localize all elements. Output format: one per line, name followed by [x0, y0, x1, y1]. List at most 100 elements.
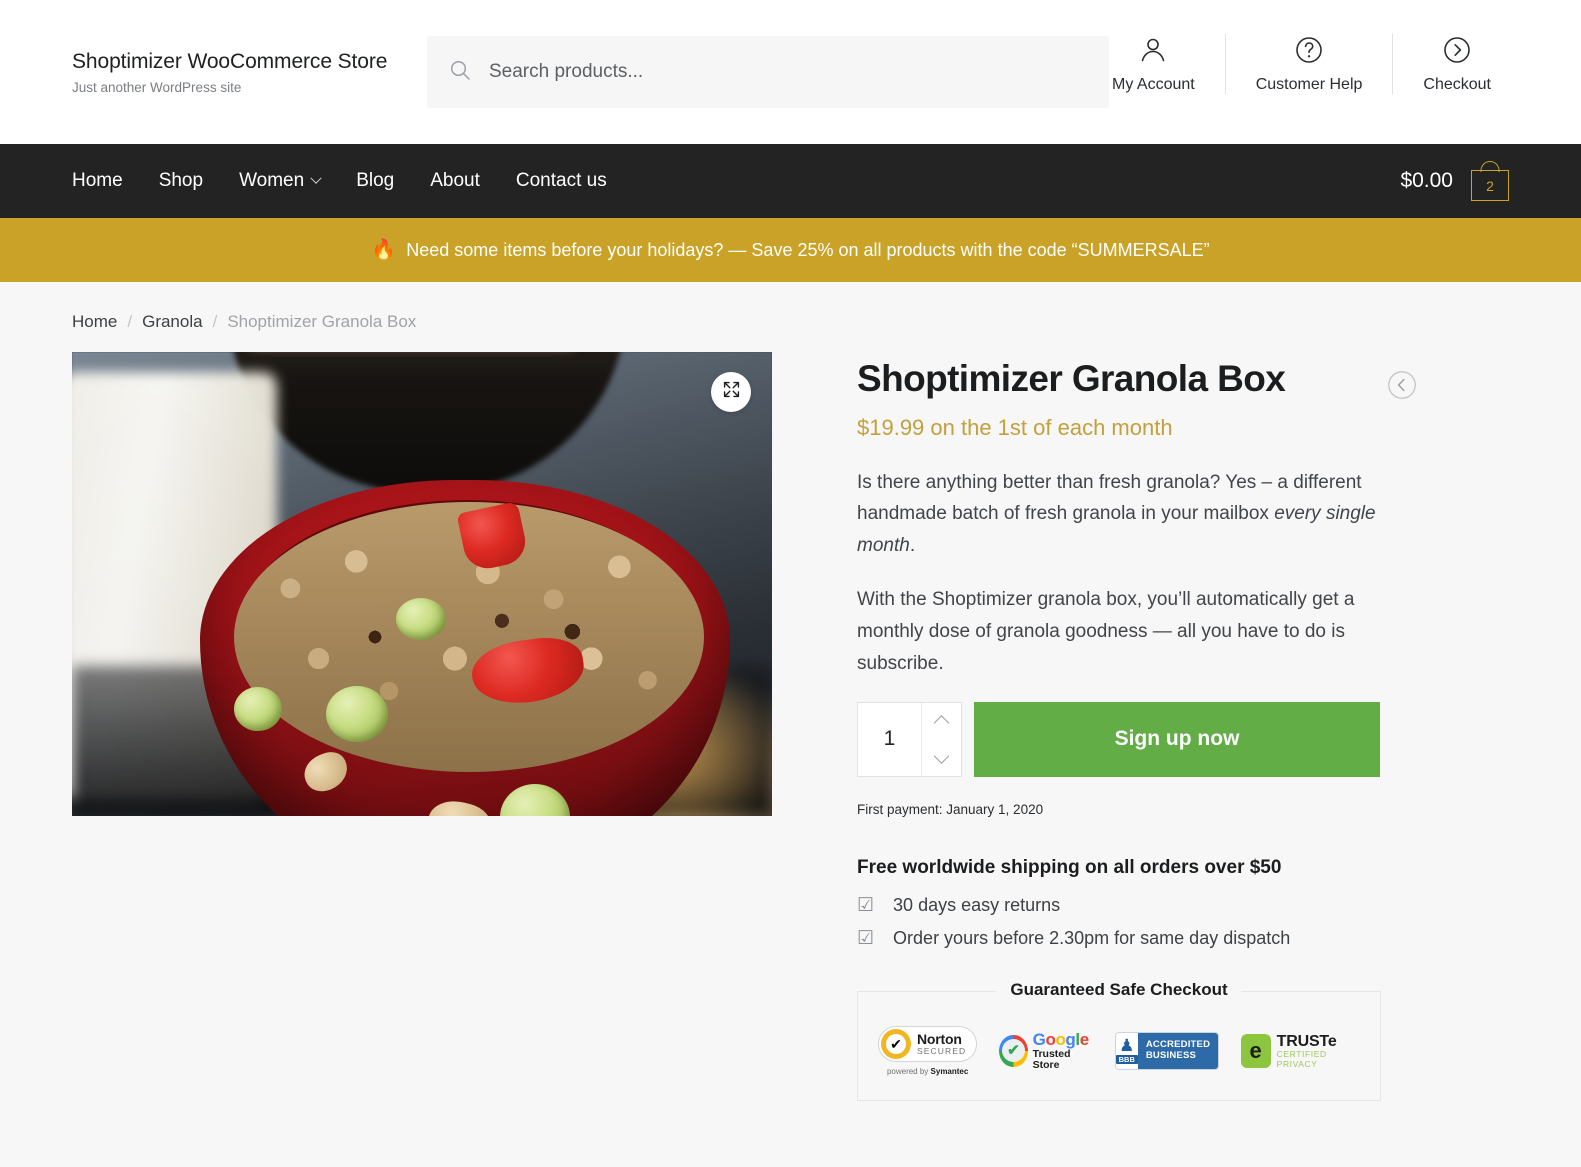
- norton-powered-by: powered by Symantec: [887, 1067, 968, 1076]
- norton-logo: ✔ Norton SECURED: [878, 1025, 978, 1062]
- description-paragraph-1: Is there anything better than fresh gran…: [857, 467, 1387, 563]
- previous-product-button[interactable]: [1387, 370, 1417, 400]
- truste-certified-privacy-label: CERTIFIED PRIVACY: [1276, 1049, 1327, 1069]
- google-wordmark: Google Trusted Store: [1033, 1031, 1093, 1071]
- product-features: ☑ 30 days easy returns ☑ Order yours bef…: [857, 895, 1509, 949]
- breadcrumb-separator-2: /: [212, 312, 218, 331]
- product-description: Is there anything better than fresh gran…: [857, 467, 1387, 680]
- norton-wordmark: Norton SECURED: [917, 1032, 966, 1056]
- nav-item-contact-us[interactable]: Contact us: [498, 170, 625, 192]
- breadcrumb: Home / Granola / Shoptimizer Granola Box: [72, 282, 1509, 332]
- customer-help-link[interactable]: Customer Help: [1224, 34, 1393, 94]
- nav-item-shop[interactable]: Shop: [141, 170, 221, 192]
- nav-label-shop: Shop: [158, 170, 204, 191]
- my-account-link[interactable]: My Account: [1082, 34, 1225, 94]
- bag-handle: [1480, 161, 1500, 172]
- guaranteed-safe-checkout: Guaranteed Safe Checkout ✔ Norton SECURE…: [857, 979, 1381, 1101]
- header-actions: My Account Customer Help Checkout: [1082, 34, 1521, 94]
- user-icon: [1138, 34, 1168, 66]
- safe-checkout-title: Guaranteed Safe Checkout: [996, 979, 1242, 1000]
- product-image[interactable]: [72, 352, 772, 816]
- sign-up-now-button[interactable]: Sign up now: [974, 701, 1380, 777]
- breadcrumb-home[interactable]: Home: [72, 312, 117, 332]
- question-circle-icon: [1294, 34, 1324, 66]
- google-letter-o1: o: [1045, 1030, 1056, 1050]
- chevron-up-icon: [933, 714, 950, 731]
- norton-checkmark: ✔: [886, 1033, 906, 1054]
- product-summary: Shoptimizer Granola Box $19.99 on the 1s…: [857, 352, 1509, 1101]
- norton-secured-label: SECURED: [917, 1045, 967, 1056]
- norton-name: Norton: [917, 1031, 962, 1048]
- product-search[interactable]: [427, 36, 1109, 108]
- google-letter-o2: o: [1055, 1030, 1066, 1050]
- product-layout: Shoptimizer Granola Box $19.99 on the 1s…: [72, 352, 1509, 1101]
- nav-label-women: Women: [239, 170, 305, 191]
- purchase-controls: Sign up now: [857, 701, 1509, 777]
- nav-label-about: About: [430, 170, 480, 191]
- feature-label: 30 days easy returns: [893, 894, 1061, 915]
- my-account-label: My Account: [1112, 76, 1195, 93]
- nav-item-women[interactable]: Women: [221, 170, 338, 192]
- checkbox-checked-icon: ☑: [857, 894, 875, 916]
- cart-count-badge: 2: [1471, 170, 1509, 201]
- norton-powered-prefix: powered by: [886, 1066, 931, 1076]
- bbb-business-label: BUSINESS: [1145, 1049, 1197, 1061]
- feature-label: Order yours before 2.30pm for same day d…: [893, 927, 1291, 948]
- feature-item: ☑ 30 days easy returns: [857, 895, 1509, 916]
- product-price: $19.99 on the 1st of each month: [857, 414, 1173, 440]
- search-input[interactable]: [487, 60, 1087, 84]
- site-title[interactable]: Shoptimizer WooCommerce Store: [72, 49, 427, 75]
- free-shipping-heading: Free worldwide shipping on all orders ov…: [857, 856, 1282, 878]
- quantity-increase-button[interactable]: [922, 703, 961, 740]
- primary-navigation: Home Shop Women Blog About Contact us $0…: [0, 144, 1581, 218]
- site-header: Shoptimizer WooCommerce Store Just anoth…: [0, 0, 1581, 144]
- site-branding[interactable]: Shoptimizer WooCommerce Store Just anoth…: [72, 49, 427, 95]
- chevron-down-icon: [310, 172, 322, 184]
- fire-icon: 🔥: [371, 239, 397, 261]
- google-letter-g: G: [1032, 1030, 1046, 1050]
- truste-logo-icon: e: [1240, 1033, 1271, 1068]
- chevron-down-icon: [933, 748, 950, 765]
- description-p1-text-b: .: [909, 535, 916, 557]
- photo-grape-3: [326, 686, 388, 742]
- promo-text: Need some items before your holidays? — …: [406, 239, 1210, 260]
- nav-item-about[interactable]: About: [412, 170, 498, 192]
- breadcrumb-separator-1: /: [127, 312, 133, 331]
- quantity-input[interactable]: [858, 702, 921, 776]
- norton-symantec: Symantec: [930, 1066, 969, 1076]
- breadcrumb-category[interactable]: Granola: [142, 312, 202, 332]
- bbb-abbreviation: BBB: [1115, 1055, 1138, 1065]
- google-name: Google: [1033, 1031, 1093, 1049]
- checkbox-checked-icon: ☑: [857, 927, 875, 949]
- zoom-image-button[interactable]: [711, 372, 751, 412]
- quantity-buttons: [921, 702, 961, 776]
- nav-item-home[interactable]: Home: [72, 170, 141, 192]
- google-letter-g2: g: [1065, 1030, 1076, 1050]
- bbb-text: ACCREDITED BUSINESS: [1137, 1032, 1218, 1069]
- nav-item-blog[interactable]: Blog: [338, 170, 412, 192]
- expand-arrows-icon: [723, 381, 740, 403]
- google-trusted-store-badge: ✔ Google Trusted Store: [999, 1031, 1092, 1071]
- truste-name: TRUSTe: [1276, 1032, 1337, 1050]
- cart-widget[interactable]: $0.00 2: [1400, 161, 1509, 201]
- photo-grape-2: [234, 687, 282, 731]
- promo-banner[interactable]: 🔥 Need some items before your holidays? …: [0, 218, 1581, 282]
- checkout-link[interactable]: Checkout: [1392, 34, 1521, 94]
- quantity-decrease-button[interactable]: [922, 739, 961, 776]
- bbb-torch-icon: ♟: [1119, 1036, 1135, 1056]
- nav-items: Home Shop Women Blog About Contact us: [72, 170, 625, 192]
- page-content: Home / Granola / Shoptimizer Granola Box: [0, 282, 1581, 1101]
- norton-check-icon: ✔: [881, 1028, 911, 1059]
- first-payment-note: First payment: January 1, 2020: [857, 801, 1044, 817]
- quantity-stepper[interactable]: [857, 701, 962, 777]
- site-tagline: Just another WordPress site: [72, 80, 242, 96]
- google-trusted-store-label: Trusted Store: [1032, 1047, 1071, 1071]
- cart-total: $0.00: [1400, 169, 1453, 192]
- shopping-bag-icon[interactable]: 2: [1471, 161, 1509, 201]
- chevron-left-circle-icon: [1387, 371, 1417, 404]
- bbb-logo: ♟ BBB: [1115, 1032, 1138, 1069]
- checkout-label: Checkout: [1423, 76, 1491, 93]
- truste-wordmark: TRUSTe CERTIFIED PRIVACY: [1277, 1033, 1360, 1069]
- photo-grape-1: [396, 598, 446, 640]
- nav-label-blog: Blog: [356, 170, 395, 191]
